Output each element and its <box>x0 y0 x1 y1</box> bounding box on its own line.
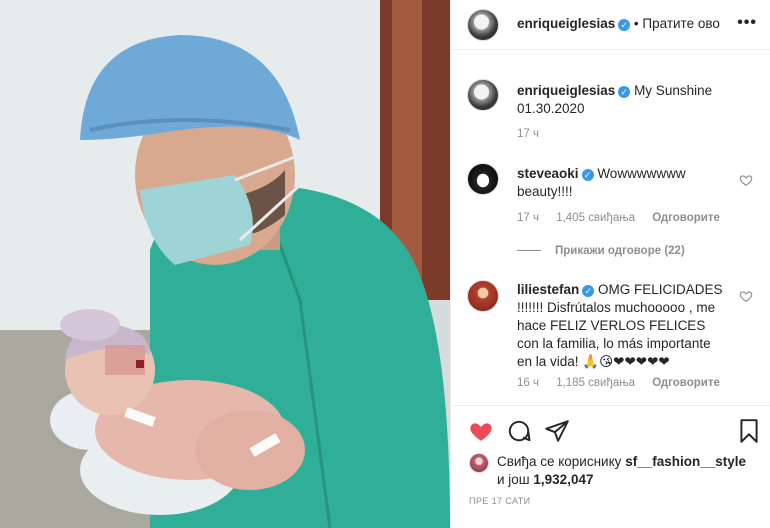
caption-date: 01.30.2020 <box>517 101 585 116</box>
comment-like-heart-icon[interactable] <box>739 173 753 187</box>
caption-author-avatar[interactable] <box>467 79 499 111</box>
comment-username[interactable]: liliestefan <box>517 282 579 297</box>
likes-count[interactable]: 1,932,047 <box>533 472 593 487</box>
caption-meta: 17 ч <box>517 128 553 140</box>
comment-time: 16 ч <box>517 377 539 389</box>
divider-line <box>517 250 541 252</box>
comment-meta: 17 ч 1,405 свиђања Одговорите <box>517 212 734 224</box>
caption-text: My Sunshine <box>634 83 713 98</box>
post-actions-section: Свиђа се кориснику sf__fashion__style и … <box>451 405 770 528</box>
comment-likes[interactable]: 1,405 свиђања <box>556 212 635 224</box>
reply-button[interactable]: Одговорите <box>652 377 720 389</box>
post-photo[interactable] <box>0 0 450 528</box>
likes-prefix: Свиђа се кориснику <box>497 454 622 469</box>
comment-username[interactable]: steveaoki <box>517 166 579 181</box>
caption-time: 17 ч <box>517 128 539 140</box>
comment-avatar[interactable] <box>467 163 499 195</box>
comment-like-heart-icon[interactable] <box>739 289 753 303</box>
liker-username[interactable]: sf__fashion__style <box>625 454 746 469</box>
comment-likes[interactable]: 1,185 свиђања <box>556 377 635 389</box>
photo-illustration <box>0 0 450 528</box>
likes-and-more: и још <box>497 472 530 487</box>
post-header: enriqueiglesias ✓ • Пратите ово ••• <box>451 0 770 50</box>
comment-item: steveaoki ✓ Wowwwwwww beauty!!!! <box>517 165 717 201</box>
liker-avatar[interactable] <box>469 453 489 473</box>
follow-button[interactable]: • Пратите ово <box>634 16 720 31</box>
caption-author-username[interactable]: enriqueiglesias <box>517 83 615 98</box>
author-avatar[interactable] <box>467 9 499 41</box>
paper-plane-icon[interactable] <box>544 418 570 444</box>
post-timestamp[interactable]: ПРЕ 17 САТИ <box>469 496 530 506</box>
verified-badge-icon: ✓ <box>582 285 595 297</box>
comment-meta: 16 ч 1,185 свиђања Одговорите <box>517 377 734 389</box>
verified-badge-icon: ✓ <box>618 19 631 31</box>
verified-badge-icon: ✓ <box>581 169 594 181</box>
likes-summary: Свиђа се кориснику sf__fashion__style и … <box>497 453 746 489</box>
comment-avatar[interactable] <box>467 280 499 312</box>
instagram-post-view: enriqueiglesias ✓ • Пратите ово ••• enriq… <box>0 0 770 528</box>
view-replies-label: Прикажи одговоре (22) <box>555 245 685 257</box>
post-side-panel: enriqueiglesias ✓ • Пратите ово ••• enriq… <box>450 0 770 528</box>
comments-section: enriqueiglesias ✓ My Sunshine 01.30.2020 … <box>451 50 770 405</box>
view-replies-button[interactable]: Прикажи одговоре (22) <box>517 245 685 257</box>
author-username[interactable]: enriqueiglesias <box>517 16 615 31</box>
heart-filled-icon[interactable] <box>468 418 494 444</box>
comment-time: 17 ч <box>517 212 539 224</box>
comment-item: liliestefan ✓ OMG FELICIDADES !!!!!!! Dis… <box>517 281 727 371</box>
bookmark-icon[interactable] <box>736 418 762 444</box>
verified-badge-icon: ✓ <box>618 86 631 98</box>
more-options-icon[interactable]: ••• <box>737 14 757 32</box>
comment-bubble-icon[interactable] <box>506 418 532 444</box>
reply-button[interactable]: Одговорите <box>652 212 720 224</box>
caption: enriqueiglesias ✓ My Sunshine 01.30.2020 <box>517 82 757 118</box>
